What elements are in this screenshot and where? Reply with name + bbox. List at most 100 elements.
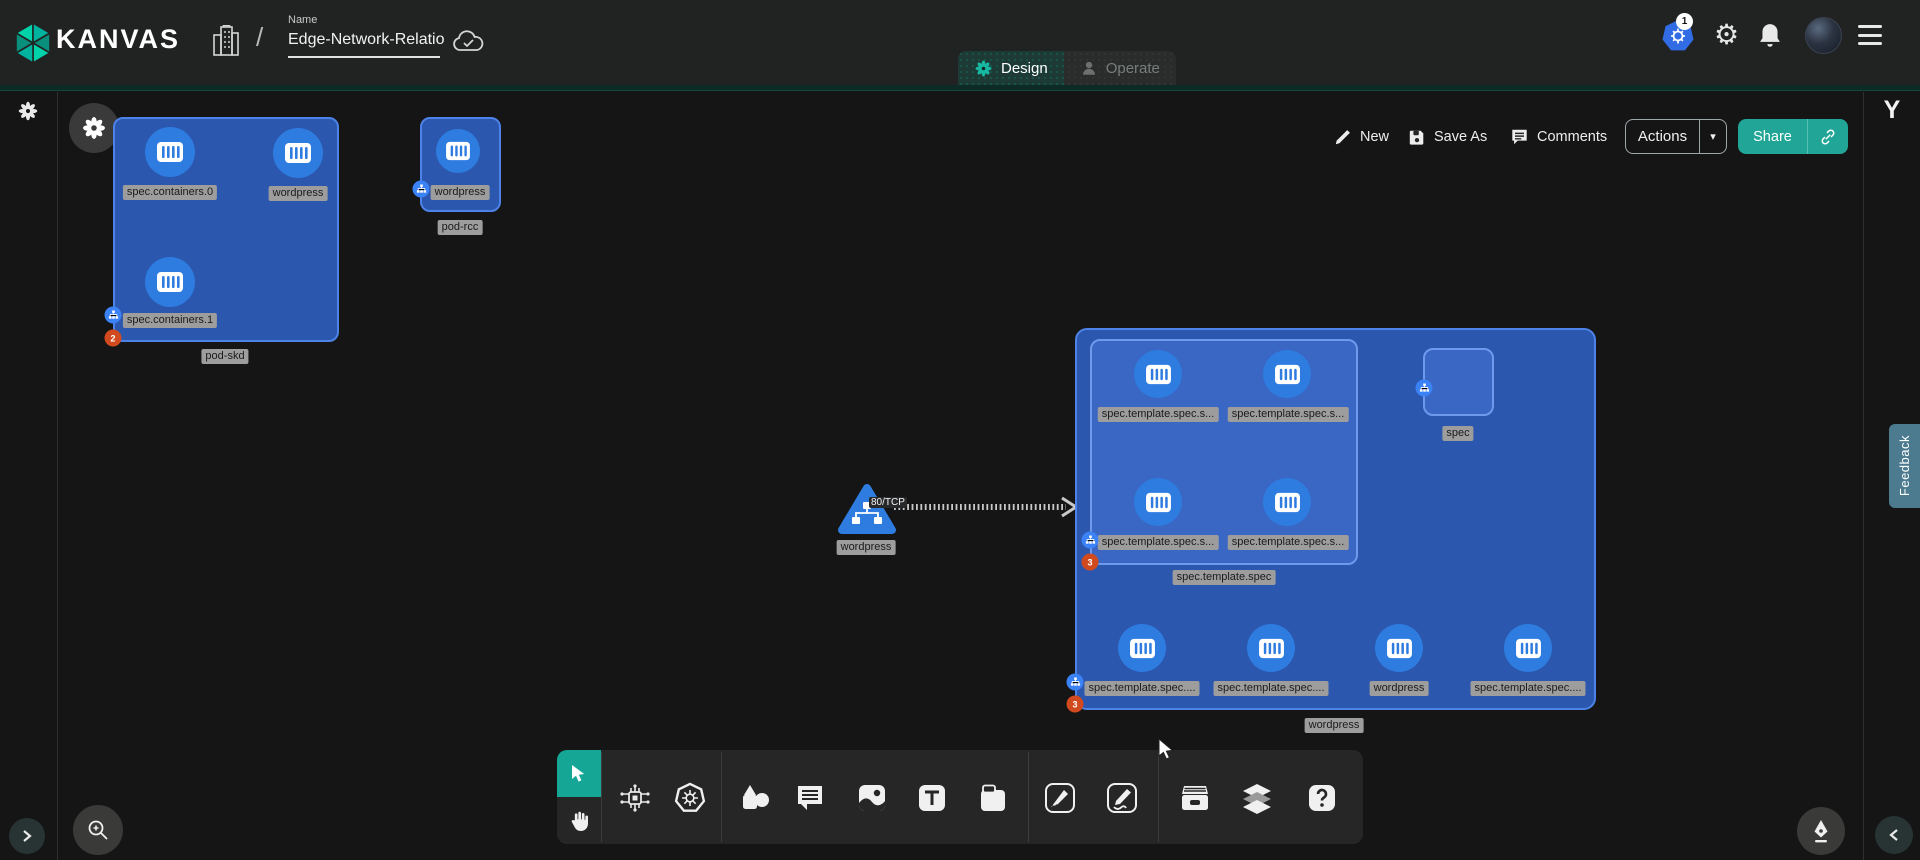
- zoom-in-icon: [87, 819, 109, 841]
- edge-service-to-deployment[interactable]: [890, 494, 1082, 520]
- logo-text[interactable]: KANVAS: [56, 24, 180, 55]
- pen-nib-icon: [1810, 819, 1832, 843]
- node-label: spec.template.spec.s...: [1228, 535, 1349, 550]
- expand-left-panel-button[interactable]: [9, 818, 45, 854]
- sticky-tab-icon: [978, 783, 1008, 813]
- mouse-cursor-icon: [1158, 738, 1176, 762]
- node-container[interactable]: [1263, 478, 1311, 526]
- tab-design[interactable]: Design: [958, 51, 1064, 85]
- collapse-right-panel-button[interactable]: [1875, 816, 1913, 854]
- design-name-label: Name: [288, 14, 317, 26]
- drawer-tool[interactable]: [1173, 776, 1217, 820]
- node-container[interactable]: [1118, 624, 1166, 672]
- menu-hamburger-icon[interactable]: [1858, 25, 1882, 45]
- edge-port-label: 80/TCP: [869, 497, 907, 508]
- group-label: spec.template.spec: [1173, 570, 1276, 585]
- user-avatar[interactable]: [1805, 17, 1842, 54]
- pen-tool[interactable]: [1038, 776, 1082, 820]
- node-container[interactable]: [1263, 350, 1311, 398]
- kubernetes-tool[interactable]: [668, 776, 712, 820]
- feedback-label: Feedback: [1897, 435, 1912, 496]
- error-count-badge[interactable]: 2: [105, 330, 122, 347]
- node-label: spec.containers.1: [123, 313, 217, 328]
- history-spinner-icon[interactable]: [17, 100, 39, 122]
- share-split-button[interactable]: Share: [1738, 119, 1848, 154]
- node-container[interactable]: [1375, 624, 1423, 672]
- comments-label: Comments: [1537, 129, 1607, 145]
- hand-icon: [569, 810, 589, 832]
- mode-tabs: Design Operate: [958, 51, 1176, 85]
- tab-operate[interactable]: Operate: [1064, 51, 1176, 85]
- comment-icon: [795, 784, 825, 812]
- image-tool[interactable]: [850, 776, 894, 820]
- comment-tool[interactable]: [788, 776, 832, 820]
- toolbar-divider: [1028, 752, 1029, 842]
- container-icon: [1129, 637, 1156, 660]
- relationship-badge[interactable]: [1067, 674, 1084, 691]
- pencil-new-icon: [1334, 128, 1352, 146]
- actions-split-button[interactable]: Actions ▾: [1625, 119, 1727, 154]
- new-label: New: [1360, 129, 1389, 145]
- components-tool[interactable]: [613, 776, 657, 820]
- container-icon: [156, 270, 184, 294]
- new-button[interactable]: New: [1334, 124, 1389, 150]
- node-label: spec.template.spec.s...: [1228, 407, 1349, 422]
- design-name-input[interactable]: Edge-Network-Relatio: [288, 31, 445, 49]
- node-container[interactable]: [273, 128, 323, 178]
- kubernetes-helm-icon: [673, 781, 707, 815]
- relationship-badge[interactable]: [1082, 532, 1099, 549]
- help-tool[interactable]: [1300, 776, 1344, 820]
- sitemap-icon: [1085, 536, 1095, 545]
- shapes-icon: [739, 783, 771, 813]
- shapes-tool[interactable]: [733, 776, 777, 820]
- layers-tool[interactable]: [1235, 776, 1279, 820]
- save-as-button[interactable]: Save As: [1408, 124, 1487, 150]
- pencil-tool[interactable]: [1100, 776, 1144, 820]
- settings-gear-icon[interactable]: ⚙: [1714, 18, 1739, 51]
- container-icon: [284, 141, 312, 165]
- error-count-badge[interactable]: 3: [1082, 554, 1099, 571]
- layers-icon: [1241, 782, 1273, 814]
- node-container[interactable]: [436, 129, 480, 173]
- freestyle-pen-button[interactable]: [1797, 807, 1845, 855]
- share-label: Share: [1738, 129, 1807, 145]
- node-service-triangle[interactable]: [837, 482, 897, 536]
- node-container[interactable]: [1504, 624, 1552, 672]
- kanvas-logo-icon[interactable]: [14, 22, 52, 64]
- group-spec-template-spec[interactable]: [1090, 339, 1358, 565]
- copy-link-button[interactable]: [1808, 128, 1848, 146]
- organization-icon[interactable]: [212, 25, 240, 57]
- vector-pen-icon: [1044, 782, 1076, 814]
- relationship-badge[interactable]: [413, 181, 430, 198]
- node-container[interactable]: [1134, 350, 1182, 398]
- node-container[interactable]: [145, 127, 195, 177]
- chevron-right-icon: [21, 829, 33, 843]
- zoom-search-button[interactable]: [73, 805, 123, 855]
- node-label: spec.containers.0: [123, 185, 217, 200]
- node-container[interactable]: [1247, 624, 1295, 672]
- tab-operate-label: Operate: [1106, 60, 1160, 77]
- actions-caret-icon[interactable]: ▾: [1700, 130, 1726, 143]
- feedback-tab[interactable]: Feedback: [1889, 424, 1920, 508]
- k8s-context-count-badge[interactable]: 1: [1676, 13, 1693, 30]
- node-container[interactable]: [145, 257, 195, 307]
- group-label: pod-rcc: [438, 220, 483, 235]
- comments-button[interactable]: Comments: [1510, 124, 1607, 150]
- note-tool[interactable]: [971, 776, 1015, 820]
- container-icon: [1258, 637, 1285, 660]
- left-rail-divider: [57, 92, 58, 860]
- layer5-y-icon[interactable]: Y: [1878, 96, 1906, 125]
- relationship-badge[interactable]: [105, 307, 122, 324]
- pan-tool[interactable]: [557, 797, 601, 844]
- node-label: spec.template.spec....: [1214, 681, 1329, 696]
- error-count-badge[interactable]: 3: [1067, 696, 1084, 713]
- select-tool[interactable]: [557, 750, 601, 797]
- node-label: wordpress: [837, 540, 896, 555]
- collapsed-node-pinwheel[interactable]: [69, 103, 119, 153]
- node-spec[interactable]: [1423, 348, 1494, 416]
- text-tool[interactable]: [910, 776, 954, 820]
- relationship-badge[interactable]: [1416, 380, 1433, 397]
- notifications-bell-icon[interactable]: [1757, 22, 1783, 50]
- node-container[interactable]: [1134, 478, 1182, 526]
- canvas-top-divider: [0, 85, 1920, 91]
